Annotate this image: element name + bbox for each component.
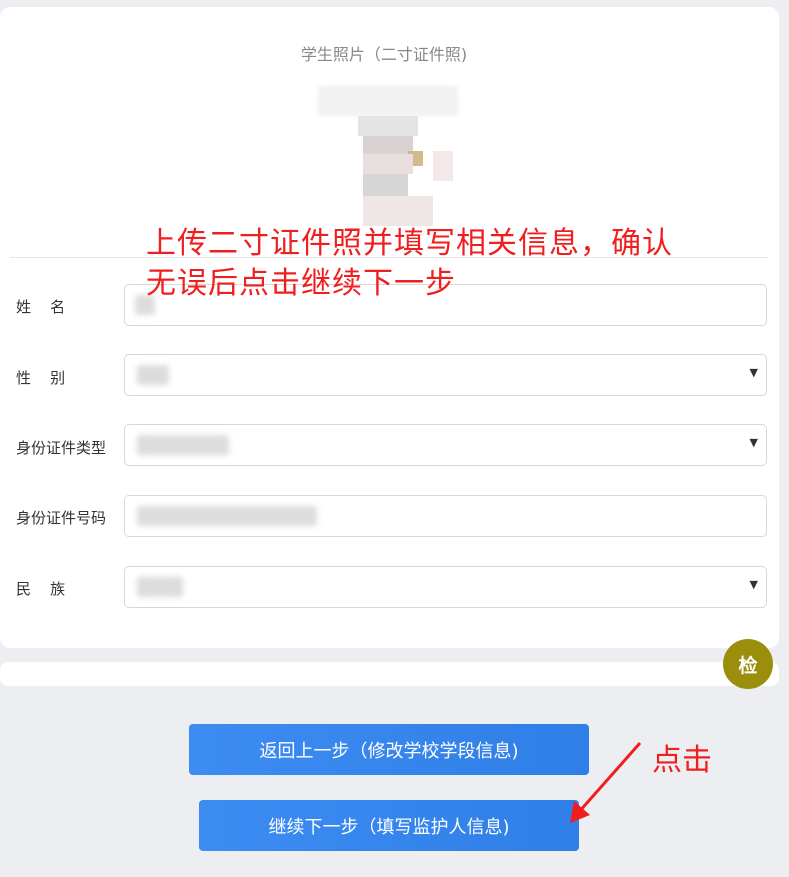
id-type-label: 身份证件类型 [16,439,107,457]
photo-section-title: 学生照片（二寸证件照) [300,45,468,64]
student-info-card: 学生照片（二寸证件照) 姓 名 性 别 ▼ 身份证件类型 ▼ 身份证件号码 民 … [0,7,779,648]
annotation-line-1: 上传二寸证件照并填写相关信息，确认 [146,226,673,261]
chevron-down-icon: ▼ [749,436,758,449]
next-button[interactable]: 继续下一步（填写监护人信息) [199,800,579,851]
gender-label: 性 别 [16,369,66,387]
id-number-label: 身份证件号码 [16,509,107,527]
chevron-down-icon: ▼ [749,366,758,379]
instruction-annotation: 上传二寸证件照并填写相关信息，确认 无误后点击继续下一步 [146,224,673,304]
chevron-down-icon: ▼ [749,578,758,591]
id-type-select[interactable]: ▼ [124,424,767,466]
student-photo[interactable] [318,86,458,226]
back-button[interactable]: 返回上一步（修改学校学段信息) [189,724,589,775]
ethnicity-label: 民 族 [16,580,66,598]
id-number-input[interactable] [124,495,767,537]
secondary-card [0,662,779,686]
click-hint-label: 点击 [652,743,712,778]
arrow-icon [570,742,642,823]
check-floating-button[interactable]: 检 [723,639,773,689]
annotation-line-2: 无误后点击继续下一步 [146,266,456,301]
gender-select[interactable]: ▼ [124,354,767,396]
ethnicity-select[interactable]: ▼ [124,566,767,608]
name-label: 姓 名 [16,298,66,316]
